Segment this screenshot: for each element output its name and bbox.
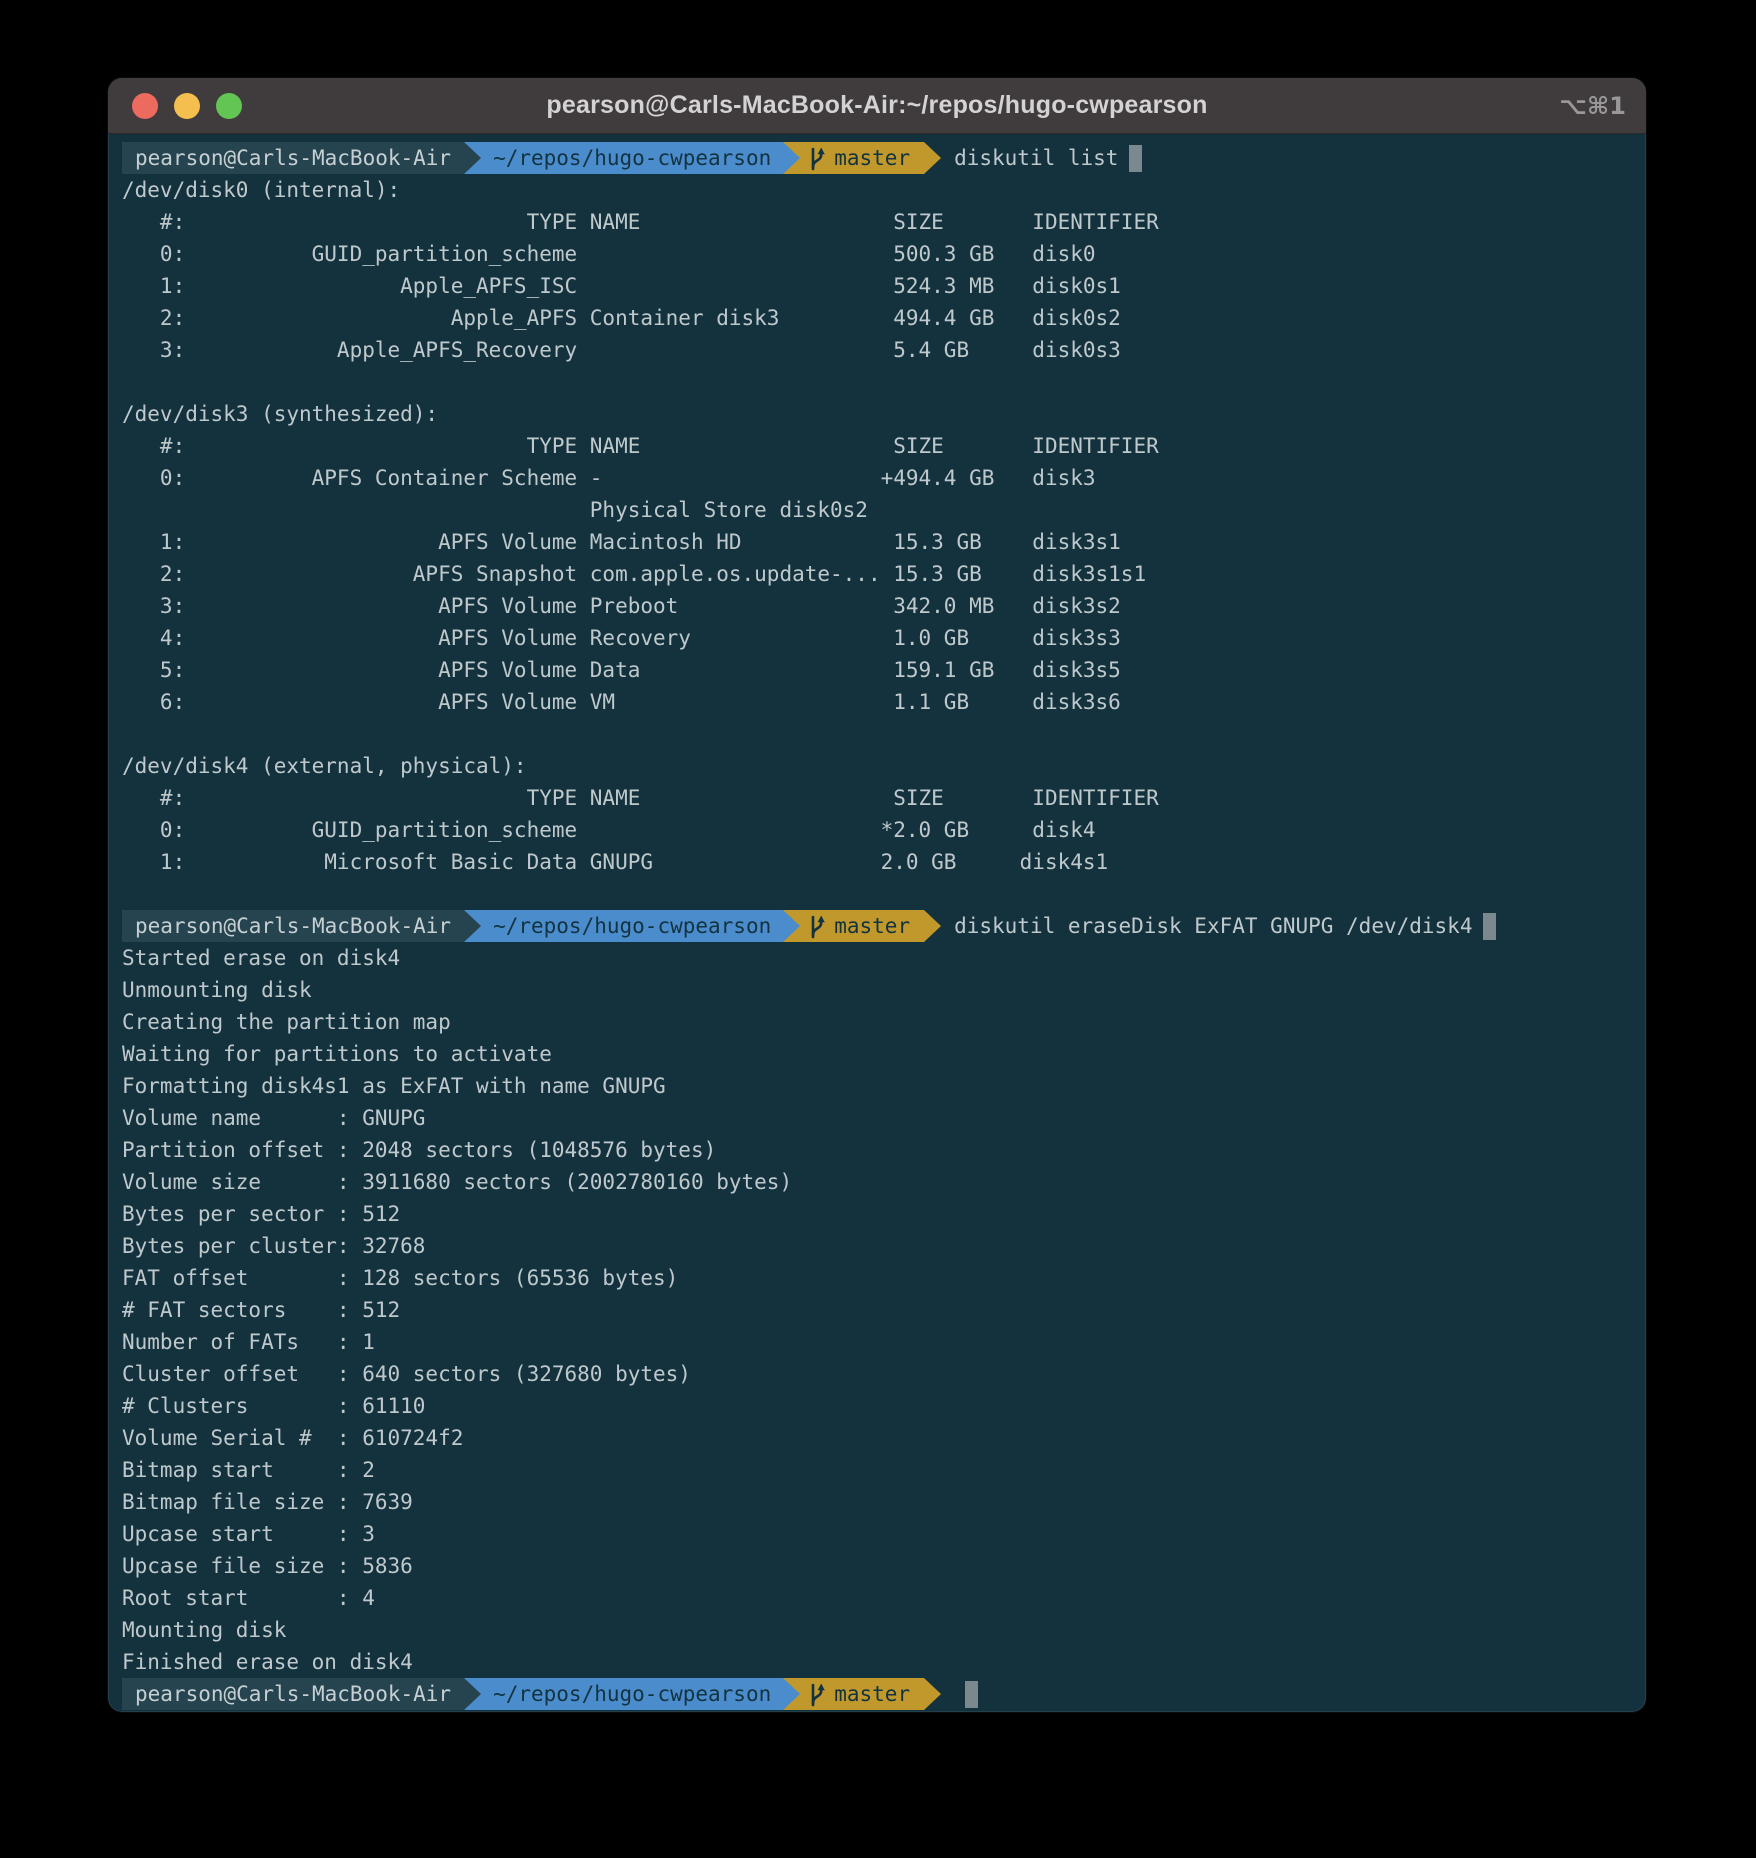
powerline-arrow-icon (783, 910, 800, 942)
prompt-branch-segment: master (800, 1678, 924, 1710)
output-line: Mounting disk (122, 1614, 1632, 1646)
output-line: Upcase file size : 5836 (122, 1550, 1632, 1582)
output-line: /dev/disk4 (external, physical): (122, 750, 1632, 782)
traffic-lights (132, 93, 242, 119)
output-line: # Clusters : 61110 (122, 1390, 1632, 1422)
prompt-branch-segment: master (800, 142, 924, 174)
output-line: 3: APFS Volume Preboot 342.0 MB disk3s2 (122, 590, 1632, 622)
output-line: FAT offset : 128 sectors (65536 bytes) (122, 1262, 1632, 1294)
desktop-background: pearson@Carls-MacBook-Air:~/repos/hugo-c… (0, 0, 1756, 1858)
output-line: 4: APFS Volume Recovery 1.0 GB disk3s3 (122, 622, 1632, 654)
command-text: diskutil eraseDisk ExFAT GNUPG /dev/disk… (941, 910, 1472, 942)
powerline-arrow-icon (464, 142, 481, 174)
output-line: 3: Apple_APFS_Recovery 5.4 GB disk0s3 (122, 334, 1632, 366)
prompt-user-host: pearson@Carls-MacBook-Air (122, 142, 464, 174)
output-line (122, 366, 1632, 398)
output-line: Volume Serial # : 610724f2 (122, 1422, 1632, 1454)
terminal-window: pearson@Carls-MacBook-Air:~/repos/hugo-c… (108, 78, 1646, 1712)
powerline-arrow-icon (924, 142, 941, 174)
prompt-branch: master (834, 1678, 910, 1710)
output-line: Bitmap start : 2 (122, 1454, 1632, 1486)
output-line: #: TYPE NAME SIZE IDENTIFIER (122, 782, 1632, 814)
output-line: 0: GUID_partition_scheme 500.3 GB disk0 (122, 238, 1632, 270)
output-line (122, 878, 1632, 910)
zoom-button[interactable] (216, 93, 242, 119)
powerline-arrow-icon (464, 1678, 481, 1710)
prompt-line: pearson@Carls-MacBook-Air ~/repos/hugo-c… (122, 910, 1632, 942)
output-line: 2: APFS Snapshot com.apple.os.update-...… (122, 558, 1632, 590)
output-line: Finished erase on disk4 (122, 1646, 1632, 1678)
titlebar[interactable]: pearson@Carls-MacBook-Air:~/repos/hugo-c… (108, 78, 1646, 134)
output-line: Waiting for partitions to activate (122, 1038, 1632, 1070)
output-line: Upcase start : 3 (122, 1518, 1632, 1550)
output-line: Cluster offset : 640 sectors (327680 byt… (122, 1358, 1632, 1390)
prompt-branch-segment: master (800, 910, 924, 942)
close-button[interactable] (132, 93, 158, 119)
output-line: 1: Apple_APFS_ISC 524.3 MB disk0s1 (122, 270, 1632, 302)
git-branch-icon (808, 1681, 827, 1708)
terminal-cursor[interactable] (965, 1681, 978, 1708)
output-line: Root start : 4 (122, 1582, 1632, 1614)
terminal-content[interactable]: pearson@Carls-MacBook-Air ~/repos/hugo-c… (108, 134, 1646, 1710)
output-line: 2: Apple_APFS Container disk3 494.4 GB d… (122, 302, 1632, 334)
output-line: /dev/disk3 (synthesized): (122, 398, 1632, 430)
prompt-line: pearson@Carls-MacBook-Air ~/repos/hugo-c… (122, 1678, 1632, 1710)
output-line: #: TYPE NAME SIZE IDENTIFIER (122, 206, 1632, 238)
prompt-path: ~/repos/hugo-cwpearson (481, 1678, 783, 1710)
window-title: pearson@Carls-MacBook-Air:~/repos/hugo-c… (108, 91, 1646, 120)
output-line: Physical Store disk0s2 (122, 494, 1632, 526)
output-line (122, 718, 1632, 750)
output-line: Bytes per sector : 512 (122, 1198, 1632, 1230)
output-line: Creating the partition map (122, 1006, 1632, 1038)
output-line: /dev/disk0 (internal): (122, 174, 1632, 206)
output-line: Bitmap file size : 7639 (122, 1486, 1632, 1518)
prompt-path: ~/repos/hugo-cwpearson (481, 142, 783, 174)
powerline-arrow-icon (783, 1678, 800, 1710)
output-line: Volume size : 3911680 sectors (200278016… (122, 1166, 1632, 1198)
output-line: Unmounting disk (122, 974, 1632, 1006)
command-text: diskutil list (941, 142, 1118, 174)
prompt-line: pearson@Carls-MacBook-Air ~/repos/hugo-c… (122, 142, 1632, 174)
powerline-arrow-icon (924, 1678, 941, 1710)
output-line: Bytes per cluster: 32768 (122, 1230, 1632, 1262)
prompt-user-host: pearson@Carls-MacBook-Air (122, 1678, 464, 1710)
output-line: 5: APFS Volume Data 159.1 GB disk3s5 (122, 654, 1632, 686)
prompt-path: ~/repos/hugo-cwpearson (481, 910, 783, 942)
prompt-branch: master (834, 142, 910, 174)
output-line: Volume name : GNUPG (122, 1102, 1632, 1134)
git-branch-icon (808, 145, 827, 172)
output-line: Partition offset : 2048 sectors (1048576… (122, 1134, 1632, 1166)
output-line: 1: Microsoft Basic Data GNUPG 2.0 GB dis… (122, 846, 1632, 878)
window-shortcut-badge: ⌥⌘1 (1559, 78, 1626, 134)
output-line: Started erase on disk4 (122, 942, 1632, 974)
terminal-cursor[interactable] (1483, 913, 1496, 940)
git-branch-icon (808, 913, 827, 940)
output-line: 1: APFS Volume Macintosh HD 15.3 GB disk… (122, 526, 1632, 558)
output-line: #: TYPE NAME SIZE IDENTIFIER (122, 430, 1632, 462)
output-line: 6: APFS Volume VM 1.1 GB disk3s6 (122, 686, 1632, 718)
minimize-button[interactable] (174, 93, 200, 119)
prompt-branch: master (834, 910, 910, 942)
output-line: Formatting disk4s1 as ExFAT with name GN… (122, 1070, 1632, 1102)
powerline-arrow-icon (924, 910, 941, 942)
powerline-arrow-icon (464, 910, 481, 942)
prompt-user-host: pearson@Carls-MacBook-Air (122, 910, 464, 942)
output-line: 0: GUID_partition_scheme *2.0 GB disk4 (122, 814, 1632, 846)
terminal-cursor[interactable] (1129, 145, 1142, 172)
output-line: Number of FATs : 1 (122, 1326, 1632, 1358)
output-line: # FAT sectors : 512 (122, 1294, 1632, 1326)
powerline-arrow-icon (783, 142, 800, 174)
output-line: 0: APFS Container Scheme - +494.4 GB dis… (122, 462, 1632, 494)
